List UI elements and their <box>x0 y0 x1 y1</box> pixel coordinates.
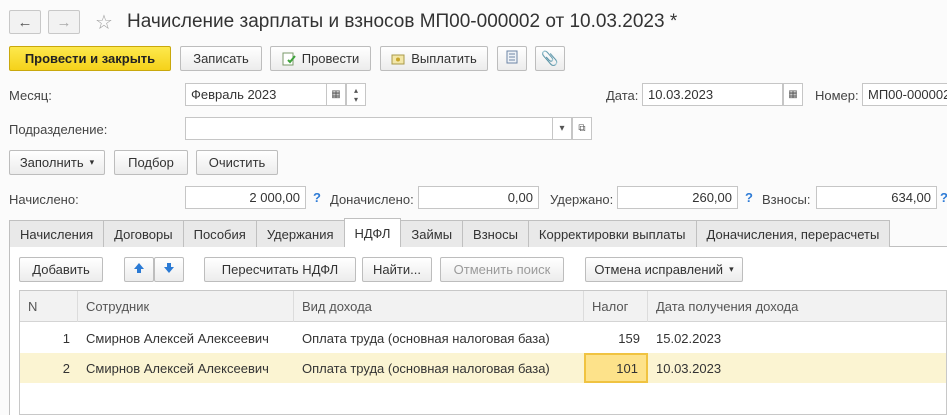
move-down-button[interactable] <box>154 257 184 282</box>
attach-button[interactable]: 📎 <box>535 46 565 71</box>
contrib-help-icon[interactable]: ? <box>940 190 947 205</box>
tab-loans[interactable]: Займы <box>400 220 464 247</box>
row-income-type[interactable]: Оплата труда (основная налоговая база) <box>294 323 584 353</box>
col-tax[interactable]: Налог <box>584 291 648 322</box>
report-icon <box>506 50 518 67</box>
withheld-label: Удержано: <box>550 192 614 207</box>
number-field[interactable]: МП00-000002 <box>862 83 947 106</box>
extra-field: 0,00 <box>418 186 539 209</box>
number-label: Номер: <box>815 88 859 103</box>
calendar-icon: ▦ <box>331 89 341 100</box>
tab-recalculations[interactable]: Доначисления, перерасчеты <box>695 220 891 247</box>
clear-button[interactable]: Очистить <box>196 150 278 175</box>
accrued-label: Начислено: <box>9 192 79 207</box>
tab-accruals[interactable]: Начисления <box>9 220 105 247</box>
table-row[interactable]: 2 Смирнов Алексей Алексеевич Оплата труд… <box>20 353 946 383</box>
row-number: 1 <box>62 330 70 346</box>
tab-contracts[interactable]: Договоры <box>103 220 184 247</box>
row-employee[interactable]: Смирнов Алексей Алексеевич <box>78 353 294 383</box>
open-link-icon: ⧉ <box>578 123 586 134</box>
accrued-field: 2 000,00 <box>185 186 306 209</box>
arrow-down-icon <box>163 262 175 277</box>
cancel-search-button[interactable]: Отменить поиск <box>440 257 564 282</box>
fill-button-label: Заполнить <box>19 155 84 170</box>
table-header: N Сотрудник Вид дохода Налог Дата получе… <box>20 291 946 322</box>
ndfl-table: N Сотрудник Вид дохода Налог Дата получе… <box>19 290 947 415</box>
arrow-up-icon <box>133 262 145 277</box>
month-spin-button[interactable]: ▴ ▾ <box>346 83 366 106</box>
table-row[interactable]: 1 Смирнов Алексей Алексеевич Оплата труд… <box>20 323 946 353</box>
tab-payment-corrections[interactable]: Корректировки выплаты <box>527 220 697 247</box>
add-row-button[interactable]: Добавить <box>19 257 103 282</box>
row-tax-active-cell[interactable]: 101 <box>584 353 648 383</box>
col-income-date[interactable]: Дата получения дохода <box>648 291 947 322</box>
department-label: Подразделение: <box>9 122 108 137</box>
spin-up-icon: ▴ <box>353 85 358 95</box>
col-income-type[interactable]: Вид дохода <box>294 291 584 322</box>
paperclip-icon: 📎 <box>541 50 559 66</box>
date-field[interactable]: 10.03.2023 <box>642 83 783 106</box>
row-income-date[interactable]: 15.02.2023 <box>648 323 848 353</box>
contrib-field: 634,00 <box>816 186 937 209</box>
chevron-down-icon: ▾ <box>729 264 734 274</box>
forward-button[interactable]: → <box>48 10 80 34</box>
undo-fix-button[interactable]: Отмена исправлений ▾ <box>585 257 743 282</box>
report-button[interactable] <box>497 46 527 71</box>
month-calendar-button[interactable]: ▦ <box>326 83 346 106</box>
find-button[interactable]: Найти... <box>362 257 432 282</box>
month-field[interactable]: Февраль 2023 <box>185 83 327 106</box>
undo-fix-label: Отмена исправлений <box>594 262 724 277</box>
tab-deductions[interactable]: Удержания <box>255 220 345 247</box>
move-up-button[interactable] <box>124 257 154 282</box>
department-field[interactable] <box>185 117 553 140</box>
date-label: Дата: <box>606 88 639 103</box>
row-employee[interactable]: Смирнов Алексей Алексеевич <box>78 323 294 353</box>
recalc-ndfl-button[interactable]: Пересчитать НДФЛ <box>204 257 356 282</box>
accrued-help-icon[interactable]: ? <box>313 190 321 205</box>
row-tax[interactable]: 159 <box>584 323 648 353</box>
row-income-type[interactable]: Оплата труда (основная налоговая база) <box>294 353 584 383</box>
post-button[interactable]: Провести <box>270 46 371 71</box>
tab-bar: Начисления Договоры Пособия Удержания НД… <box>9 218 891 247</box>
pay-icon <box>391 52 405 66</box>
tab-ndfl[interactable]: НДФЛ <box>343 218 402 247</box>
chevron-down-icon: ▾ <box>89 157 95 167</box>
fill-button[interactable]: Заполнить ▾ <box>9 150 105 175</box>
save-button[interactable]: Записать <box>180 46 262 71</box>
contrib-label: Взносы: <box>762 192 811 207</box>
department-dropdown-button[interactable]: ▾ <box>552 117 572 140</box>
col-employee[interactable]: Сотрудник <box>78 291 294 322</box>
pay-button[interactable]: Выплатить <box>380 46 488 71</box>
chevron-down-icon: ▾ <box>559 123 565 134</box>
row-income-date[interactable]: 10.03.2023 <box>648 353 848 383</box>
pay-button-label: Выплатить <box>411 51 477 66</box>
post-and-close-button[interactable]: Провести и закрыть <box>9 46 171 71</box>
arrow-right-icon: → <box>56 13 72 31</box>
col-n[interactable]: N <box>20 291 78 322</box>
favorite-star-icon[interactable]: ☆ <box>95 10 113 35</box>
withheld-field: 260,00 <box>617 186 738 209</box>
back-button[interactable]: ← <box>9 10 41 34</box>
calendar-icon: ▦ <box>788 89 798 100</box>
withheld-help-icon[interactable]: ? <box>745 190 753 205</box>
select-button[interactable]: Подбор <box>114 150 188 175</box>
post-button-label: Провести <box>301 51 360 66</box>
row-number: 2 <box>62 360 70 376</box>
month-label: Месяц: <box>9 88 52 103</box>
arrow-left-icon: ← <box>17 13 33 31</box>
tab-contributions[interactable]: Взносы <box>462 220 529 247</box>
window-title: Начисление зарплаты и взносов МП00-00000… <box>127 11 678 32</box>
tab-benefits[interactable]: Пособия <box>182 220 257 247</box>
extra-label: Доначислено: <box>330 192 414 207</box>
spin-down-icon: ▾ <box>353 94 358 104</box>
date-calendar-button[interactable]: ▦ <box>783 83 803 106</box>
department-open-button[interactable]: ⧉ <box>572 117 592 140</box>
post-document-icon <box>282 52 296 66</box>
